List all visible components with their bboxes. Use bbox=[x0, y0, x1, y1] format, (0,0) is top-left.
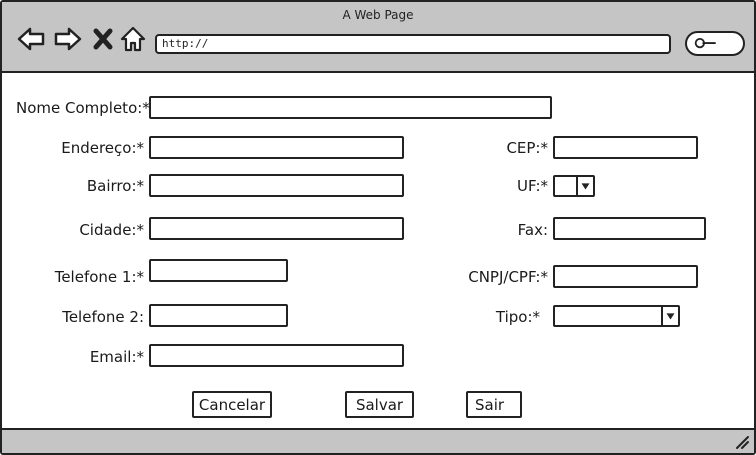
search-icon bbox=[694, 37, 716, 49]
browser-toolbar: A Web Page http:// bbox=[2, 2, 754, 73]
bairro-field[interactable] bbox=[149, 174, 404, 197]
exit-button[interactable]: Sair bbox=[466, 391, 522, 418]
telefone2-field[interactable] bbox=[149, 304, 288, 327]
save-button[interactable]: Salvar bbox=[345, 391, 414, 418]
cnpj-cpf-label: CNPJ/CPF:* bbox=[468, 268, 548, 286]
status-bar bbox=[2, 428, 754, 453]
bairro-label: Bairro:* bbox=[86, 177, 144, 195]
search-field[interactable] bbox=[685, 31, 745, 56]
endereco-field[interactable] bbox=[149, 136, 404, 159]
url-input[interactable]: http:// bbox=[155, 34, 671, 54]
cancel-button[interactable]: Cancelar bbox=[192, 391, 272, 418]
cep-field[interactable] bbox=[553, 136, 698, 159]
telefone1-field[interactable] bbox=[149, 259, 288, 282]
tipo-select[interactable] bbox=[553, 305, 680, 327]
close-x-icon[interactable] bbox=[90, 24, 116, 54]
tipo-label: Tipo:* bbox=[495, 308, 540, 326]
telefone1-label: Telefone 1:* bbox=[54, 268, 144, 286]
fax-label: Fax: bbox=[517, 221, 548, 239]
resize-grip-icon[interactable] bbox=[734, 434, 750, 450]
back-arrow-icon[interactable] bbox=[16, 24, 46, 54]
email-label: Email:* bbox=[89, 348, 144, 366]
cidade-field[interactable] bbox=[149, 217, 404, 240]
cep-label: CEP:* bbox=[506, 139, 548, 157]
endereco-label: Endereço:* bbox=[61, 139, 144, 157]
chevron-down-icon[interactable] bbox=[576, 177, 593, 195]
uf-label: UF:* bbox=[517, 177, 548, 195]
uf-select[interactable] bbox=[553, 175, 595, 197]
chevron-down-icon[interactable] bbox=[661, 307, 678, 325]
page-title: A Web Page bbox=[342, 8, 414, 22]
home-icon[interactable] bbox=[119, 24, 147, 54]
nome-completo-label: Nome Completo:* bbox=[16, 99, 150, 117]
cnpj-cpf-field[interactable] bbox=[553, 265, 698, 288]
telefone2-label: Telefone 2: bbox=[62, 308, 144, 326]
browser-window: A Web Page http:// Nome Completo:* Ender… bbox=[0, 0, 756, 455]
nome-completo-field[interactable] bbox=[149, 96, 552, 119]
email-field[interactable] bbox=[149, 344, 404, 367]
fax-field[interactable] bbox=[553, 217, 706, 240]
cidade-label: Cidade:* bbox=[79, 221, 144, 239]
forward-arrow-icon[interactable] bbox=[53, 24, 83, 54]
